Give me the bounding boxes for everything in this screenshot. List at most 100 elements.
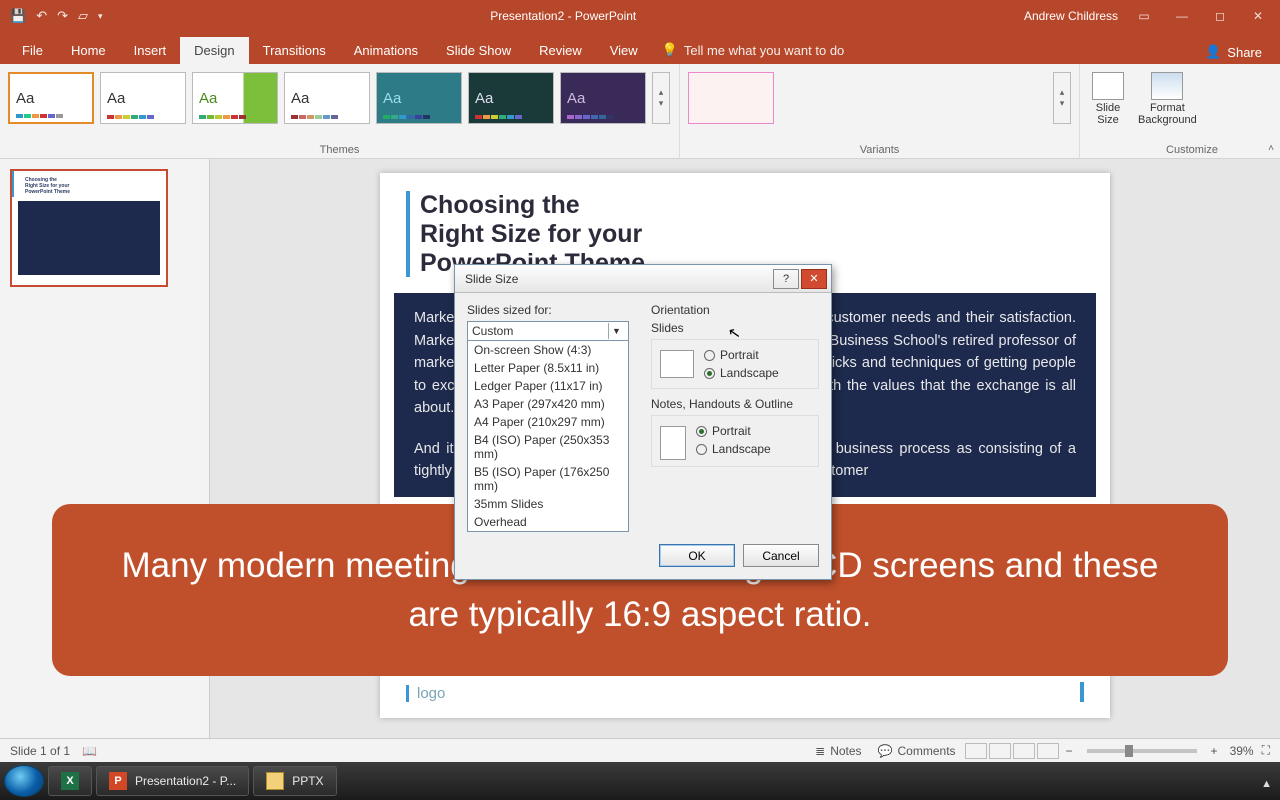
windows-taskbar: X PPresentation2 - P... PPTX ▲ xyxy=(0,762,1280,800)
slide-size-dialog: Slide Size ? ✕ Slides sized for: Custom … xyxy=(454,264,832,580)
redo-icon[interactable]: ↷ xyxy=(57,8,68,24)
tab-slideshow[interactable]: Slide Show xyxy=(432,37,525,64)
size-option[interactable]: Overhead xyxy=(468,513,628,531)
dialog-title: Slide Size xyxy=(465,272,518,286)
zoom-slider[interactable] xyxy=(1087,749,1197,753)
slides-orientation-box: Portrait Landscape xyxy=(651,339,819,389)
theme-thumb[interactable]: Aa xyxy=(468,72,554,124)
themes-group: Aa Aa Aa Aa Aa Aa Aa ▴▾ Themes xyxy=(0,64,680,158)
ribbon-display-icon[interactable]: ▭ xyxy=(1132,9,1156,23)
powerpoint-icon: P xyxy=(109,772,127,790)
theme-thumb-current[interactable]: Aa xyxy=(8,72,94,124)
tab-view[interactable]: View xyxy=(596,37,652,64)
comments-button[interactable]: 💬 Comments xyxy=(870,744,964,758)
theme-thumb[interactable]: Aa xyxy=(284,72,370,124)
slides-landscape-radio[interactable]: Landscape xyxy=(704,364,779,382)
size-option[interactable]: A3 Paper (297x420 mm) xyxy=(468,395,628,413)
undo-icon[interactable]: ↶ xyxy=(36,8,47,24)
customize-group: Slide Size Format Background Customize xyxy=(1080,64,1280,158)
variants-gallery-more[interactable]: ▴▾ xyxy=(1053,72,1071,124)
slides-sized-for-combo[interactable]: Custom ▼ xyxy=(467,321,629,341)
tell-me-search[interactable]: 💡 Tell me what you want to do xyxy=(652,36,855,64)
reading-view-button[interactable] xyxy=(1013,743,1035,759)
slide-title: Choosing the Right Size for your PowerPo… xyxy=(380,173,1110,277)
theme-thumb[interactable]: Aa xyxy=(100,72,186,124)
notes-landscape-radio[interactable]: Landscape xyxy=(696,440,771,458)
dialog-help-button[interactable]: ? xyxy=(773,269,799,289)
folder-icon xyxy=(266,772,284,790)
share-button[interactable]: 👤 Share xyxy=(1195,40,1272,64)
lightbulb-icon: 💡 xyxy=(662,42,678,58)
size-option[interactable]: B4 (ISO) Paper (250x353 mm) xyxy=(468,431,628,463)
slide-thumbnail-1[interactable]: Choosing theRight Size for yourPowerPoin… xyxy=(10,169,168,287)
size-option[interactable]: Ledger Paper (11x17 in) xyxy=(468,377,628,395)
dialog-titlebar[interactable]: Slide Size ? ✕ xyxy=(455,265,831,293)
fit-to-window-button[interactable]: ⛶ xyxy=(1262,743,1270,758)
ribbon: Aa Aa Aa Aa Aa Aa Aa ▴▾ Themes ▴▾ Varian… xyxy=(0,64,1280,159)
tab-animations[interactable]: Animations xyxy=(340,37,432,64)
notes-orientation-box: Portrait Landscape xyxy=(651,415,819,467)
normal-view-button[interactable] xyxy=(965,743,987,759)
qat-more-icon[interactable]: ▾ xyxy=(98,11,103,22)
slide-logo: logo xyxy=(406,685,445,702)
slides-sized-for-label: Slides sized for: xyxy=(467,303,633,317)
size-option[interactable]: B5 (ISO) Paper (176x250 mm) xyxy=(468,463,628,495)
size-option[interactable]: On-screen Show (4:3) xyxy=(468,341,628,359)
size-option[interactable]: 35mm Slides xyxy=(468,495,628,513)
dialog-close-button[interactable]: ✕ xyxy=(801,269,827,289)
group-label-themes: Themes xyxy=(0,144,679,156)
close-icon[interactable]: ✕ xyxy=(1246,9,1270,23)
page-icon xyxy=(660,350,694,378)
tab-design[interactable]: Design xyxy=(180,37,248,64)
slide-counter[interactable]: Slide 1 of 1 xyxy=(10,744,70,758)
theme-thumb[interactable]: Aa xyxy=(560,72,646,124)
zoom-level[interactable]: 39% xyxy=(1230,744,1254,758)
group-label-variants: Variants xyxy=(680,144,1079,156)
theme-thumb[interactable]: Aa xyxy=(192,72,278,124)
tab-transitions[interactable]: Transitions xyxy=(249,37,340,64)
show-hidden-icons[interactable]: ▲ xyxy=(1261,778,1272,790)
tab-home[interactable]: Home xyxy=(57,37,120,64)
file-tab[interactable]: File xyxy=(8,37,57,64)
page-icon xyxy=(660,426,686,460)
slide-size-icon xyxy=(1092,72,1124,100)
size-option[interactable]: A4 Paper (210x297 mm) xyxy=(468,413,628,431)
taskbar-folder[interactable]: PPTX xyxy=(253,766,336,796)
taskbar-excel[interactable]: X xyxy=(48,766,92,796)
slideshow-view-button[interactable] xyxy=(1037,743,1059,759)
save-icon[interactable]: 💾 xyxy=(10,8,26,24)
start-slideshow-icon[interactable]: ▱ xyxy=(78,8,88,24)
maximize-icon[interactable]: ◻ xyxy=(1208,9,1232,23)
ok-button[interactable]: OK xyxy=(659,544,735,567)
ribbon-tabs: File Home Insert Design Transitions Anim… xyxy=(0,32,1280,64)
share-icon: 👤 xyxy=(1205,44,1221,60)
excel-icon: X xyxy=(61,772,79,790)
slides-portrait-radio[interactable]: Portrait xyxy=(704,346,779,364)
cancel-button[interactable]: Cancel xyxy=(743,544,819,567)
orientation-label: Orientation xyxy=(651,303,819,317)
tab-review[interactable]: Review xyxy=(525,37,596,64)
variant-thumb[interactable] xyxy=(688,72,774,124)
themes-gallery-more[interactable]: ▴▾ xyxy=(652,72,670,124)
minimize-icon[interactable]: — xyxy=(1170,9,1194,23)
format-background-icon xyxy=(1151,72,1183,100)
group-label-customize: Customize xyxy=(1092,144,1280,156)
zoom-in-button[interactable]: + xyxy=(1205,744,1224,758)
chevron-down-icon: ▼ xyxy=(608,323,624,339)
slide-sorter-view-button[interactable] xyxy=(989,743,1011,759)
slides-sized-for-dropdown: On-screen Show (4:3) Letter Paper (8.5x1… xyxy=(467,341,629,532)
start-button[interactable] xyxy=(4,765,44,797)
notes-button[interactable]: ≣ Notes xyxy=(807,744,869,758)
title-bar: 💾 ↶ ↷ ▱ ▾ Presentation2 - PowerPoint And… xyxy=(0,0,1280,32)
theme-thumb[interactable]: Aa xyxy=(376,72,462,124)
user-name[interactable]: Andrew Childress xyxy=(1024,9,1118,23)
notes-portrait-radio[interactable]: Portrait xyxy=(696,422,771,440)
taskbar-powerpoint[interactable]: PPresentation2 - P... xyxy=(96,766,249,796)
collapse-ribbon-icon[interactable]: ˄ xyxy=(1268,143,1274,154)
variants-group: ▴▾ Variants xyxy=(680,64,1080,158)
zoom-out-button[interactable]: − xyxy=(1060,744,1079,758)
spellcheck-icon[interactable]: 📖 xyxy=(82,744,97,758)
tab-insert[interactable]: Insert xyxy=(120,37,181,64)
window-title: Presentation2 - PowerPoint xyxy=(103,9,1024,23)
size-option[interactable]: Letter Paper (8.5x11 in) xyxy=(468,359,628,377)
